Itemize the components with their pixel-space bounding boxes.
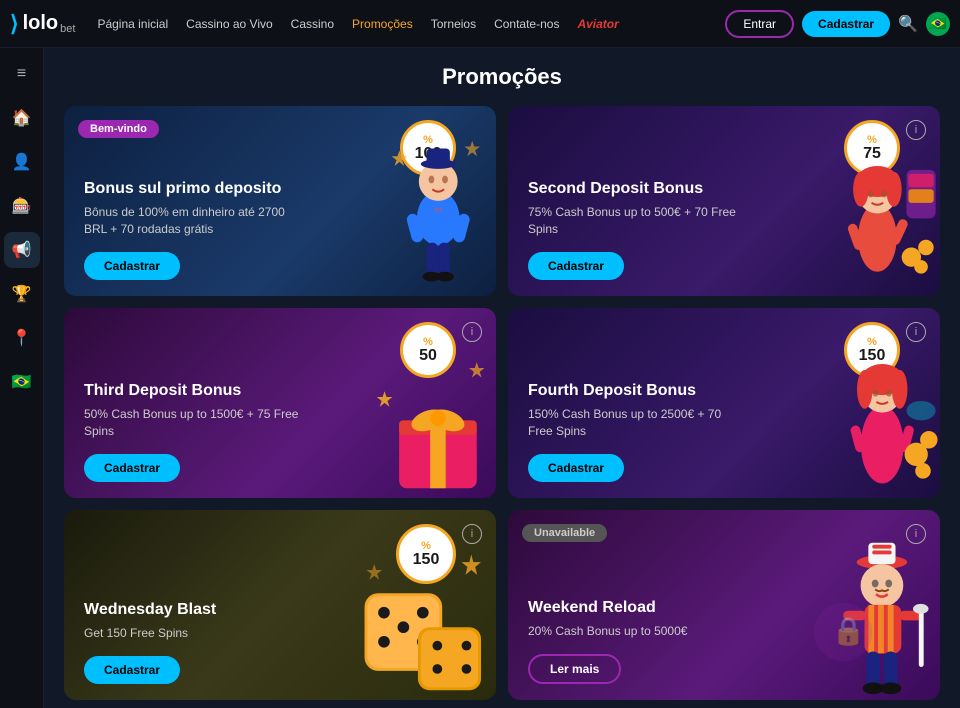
percent-num-5: 150 (413, 552, 440, 568)
percent-sign-5: % (421, 541, 431, 552)
card-5-content: Wednesday Blast Get 150 Free Spins Cadas… (84, 600, 300, 684)
percent-sign-1: % (423, 135, 433, 146)
card-5-desc: Get 150 Free Spins (84, 625, 300, 642)
sidebar-home-icon[interactable]: 🏠 (4, 100, 40, 136)
card-5-cadastrar-button[interactable]: Cadastrar (84, 656, 180, 684)
sidebar-menu-icon[interactable]: ≡ (4, 56, 40, 92)
card-4-desc: 150% Cash Bonus up to 2500€ + 70 Free Sp… (528, 406, 744, 440)
cadastrar-nav-button[interactable]: Cadastrar (802, 11, 890, 37)
percent-sign-4: % (867, 337, 877, 348)
card-6-content: Weekend Reload 20% Cash Bonus up to 5000… (528, 598, 744, 684)
left-sidebar: ≡ 🏠 👤 🎰 📢 🏆 📍 🇧🇷 (0, 48, 44, 708)
sidebar-casino-icon[interactable]: 🎰 (4, 188, 40, 224)
language-flag[interactable]: 🇧🇷 (926, 12, 950, 36)
info-icon-6[interactable]: i (906, 524, 926, 544)
promo-card-4: i % 150 (508, 308, 940, 498)
search-icon[interactable]: 🔍 (898, 14, 918, 34)
percent-num-3: 50 (419, 348, 437, 364)
nav-promocoes[interactable]: Promoções (344, 13, 421, 35)
info-icon-3[interactable]: i (462, 322, 482, 342)
card-6-desc: 20% Cash Bonus up to 5000€ (528, 623, 744, 640)
card-5-title: Wednesday Blast (84, 600, 300, 619)
percent-sign-2: % (867, 135, 877, 146)
percent-num-2: 75 (863, 146, 881, 162)
card-2-title: Second Deposit Bonus (528, 179, 744, 198)
card-6-title: Weekend Reload (528, 598, 744, 617)
card-3-content: Third Deposit Bonus 50% Cash Bonus up to… (84, 381, 300, 482)
sidebar-trophy-icon[interactable]: 🏆 (4, 276, 40, 312)
logo-bet: bet (60, 23, 75, 35)
info-icon-2[interactable]: i (906, 120, 926, 140)
percent-num-4: 150 (859, 348, 886, 364)
promo-card-3: i % 50 (64, 308, 496, 498)
card-1-desc: Bônus de 100% em dinheiro até 2700 BRL +… (84, 204, 300, 238)
card-6-illustration: 🔒 (814, 530, 940, 700)
sidebar-promo-icon[interactable]: 📢 (4, 232, 40, 268)
card-6-ler-mais-button[interactable]: Ler mais (528, 654, 621, 684)
main-layout: ≡ 🏠 👤 🎰 📢 🏆 📍 🇧🇷 Promoções Bem-vindo % 1… (0, 48, 960, 708)
card-3-desc: 50% Cash Bonus up to 1500€ + 75 Free Spi… (84, 406, 300, 440)
nav-aviator[interactable]: Aviator (569, 13, 626, 35)
promo-card-5: i % 150 (64, 510, 496, 700)
logo-text: lolo (23, 12, 59, 35)
sidebar-user-icon[interactable]: 👤 (4, 144, 40, 180)
nav-contate-nos[interactable]: Contate-nos (486, 13, 567, 35)
badge-unavailable: Unavailable (522, 524, 607, 542)
card-2-desc: 75% Cash Bonus up to 500€ + 70 Free Spin… (528, 204, 744, 238)
card-1-cadastrar-button[interactable]: Cadastrar (84, 252, 180, 280)
badge-benvindo: Bem-vindo (78, 120, 159, 138)
page-title: Promoções (64, 64, 940, 90)
percent-sign-3: % (423, 337, 433, 348)
percent-badge-4: % 150 (844, 322, 900, 378)
promotions-grid: Bem-vindo % 100 (64, 106, 940, 700)
sidebar-location-icon[interactable]: 📍 (4, 320, 40, 356)
logo[interactable]: ⟩ lolo bet (10, 11, 75, 37)
nav-links: Página inicial Cassino ao Vivo Cassino P… (89, 13, 719, 35)
card-4-cadastrar-button[interactable]: Cadastrar (528, 454, 624, 482)
nav-pagina-inicial[interactable]: Página inicial (89, 13, 176, 35)
percent-badge-2: % 75 (844, 120, 900, 176)
info-icon-5[interactable]: i (462, 524, 482, 544)
nav-cassino-vivo[interactable]: Cassino ao Vivo (178, 13, 281, 35)
card-3-cadastrar-button[interactable]: Cadastrar (84, 454, 180, 482)
entrar-button[interactable]: Entrar (725, 10, 794, 38)
svg-text:🔒: 🔒 (831, 615, 865, 646)
card-4-content: Fourth Deposit Bonus 150% Cash Bonus up … (528, 381, 744, 482)
nav-cassino[interactable]: Cassino (283, 13, 342, 35)
nav-torneios[interactable]: Torneios (423, 13, 484, 35)
promo-card-2: i % 75 (508, 106, 940, 296)
promo-card-6: Unavailable i (508, 510, 940, 700)
card-4-title: Fourth Deposit Bonus (528, 381, 744, 400)
sidebar-flag-icon[interactable]: 🇧🇷 (4, 364, 40, 400)
card-2-cadastrar-button[interactable]: Cadastrar (528, 252, 624, 280)
main-content: Promoções Bem-vindo % 100 (44, 48, 960, 708)
percent-badge-3: % 50 (400, 322, 456, 378)
info-icon-4[interactable]: i (906, 322, 926, 342)
nav-actions: Entrar Cadastrar 🔍 🇧🇷 (725, 10, 950, 38)
logo-arrow-icon: ⟩ (10, 11, 19, 37)
top-navigation: ⟩ lolo bet Página inicial Cassino ao Viv… (0, 0, 960, 48)
promo-card-1: Bem-vindo % 100 (64, 106, 496, 296)
card-1-content: Bonus sul primo deposito Bônus de 100% e… (84, 179, 300, 280)
card-3-title: Third Deposit Bonus (84, 381, 300, 400)
percent-num-1: 100 (415, 146, 442, 162)
card-1-title: Bonus sul primo deposito (84, 179, 300, 198)
percent-badge-1: % 100 (400, 120, 456, 176)
percent-badge-5: % 150 (396, 524, 456, 584)
card-2-content: Second Deposit Bonus 75% Cash Bonus up t… (528, 179, 744, 280)
